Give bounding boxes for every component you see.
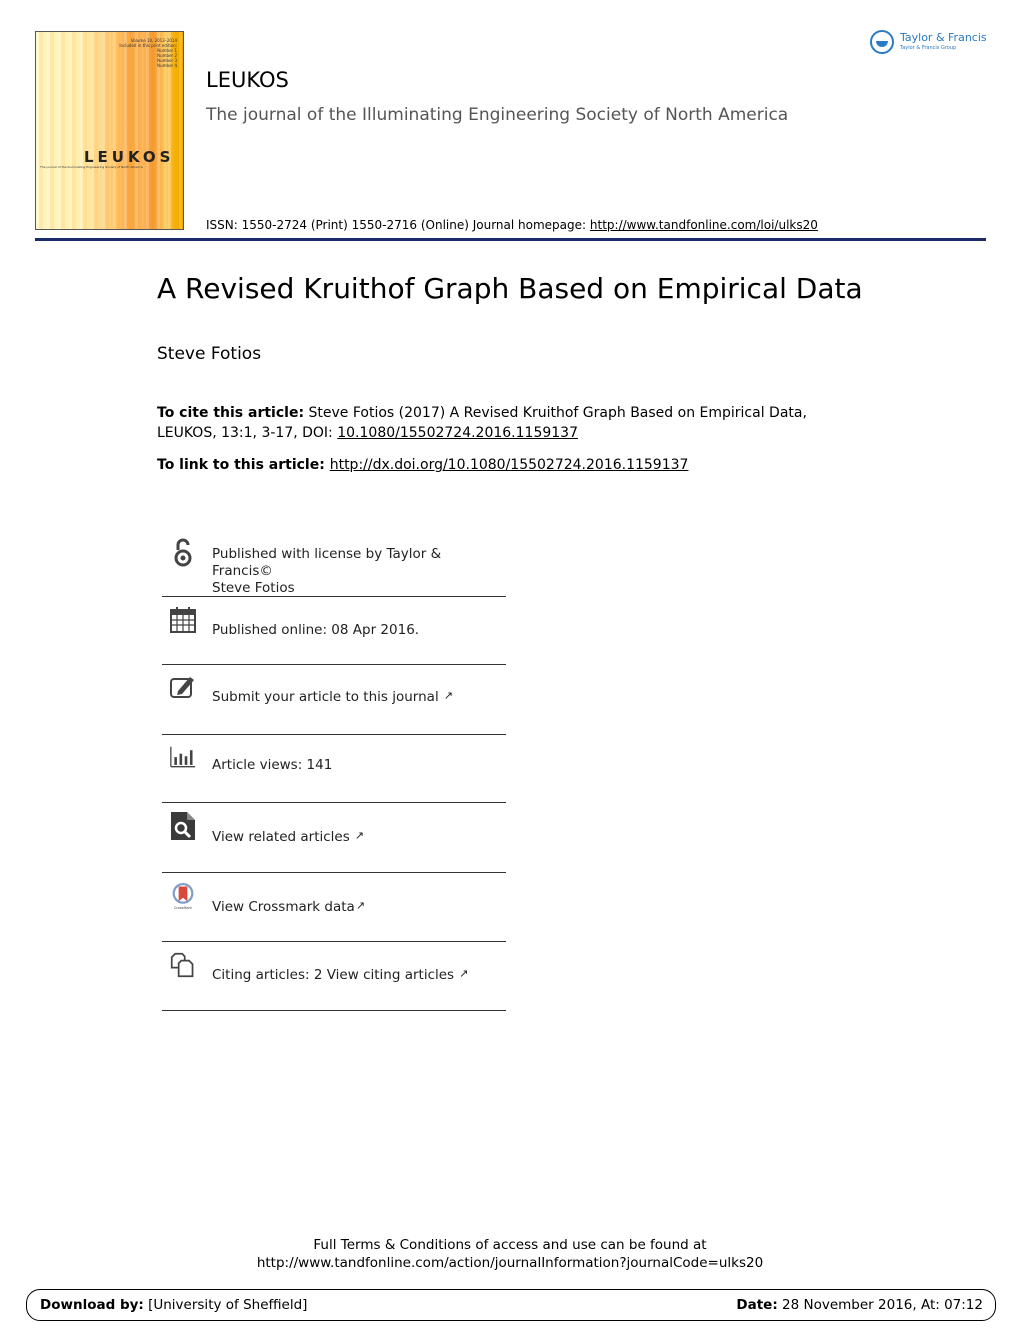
submit-article-item[interactable]: Submit your article to this journal ↗ <box>162 665 506 735</box>
published-online-text: Published online: 08 Apr 2016. <box>212 622 420 638</box>
citing-articles-link[interactable]: Citing articles: 2 View citing articles <box>212 967 454 983</box>
cover-volume-info: Volume 10, 2013–2014 Included in this pr… <box>119 38 177 68</box>
external-link-icon: ↗ <box>459 967 469 980</box>
external-link-icon: ↗ <box>355 899 366 912</box>
download-info-bar: Download by: [University of Sheffield] D… <box>26 1289 996 1321</box>
article-link-block: To link to this article: http://dx.doi.o… <box>157 457 688 473</box>
article-author: Steve Fotios <box>157 344 262 364</box>
article-views-text: Article views: 141 <box>212 757 333 773</box>
doi-link[interactable]: 10.1080/15502724.2016.1159137 <box>337 425 578 441</box>
article-title: A Revised Kruithof Graph Based on Empiri… <box>157 272 863 305</box>
article-url-link[interactable]: http://dx.doi.org/10.1080/15502724.2016.… <box>330 457 689 473</box>
external-link-icon: ↗ <box>354 829 364 842</box>
open-access-icon <box>174 538 192 567</box>
citing-articles-icon <box>170 952 194 978</box>
cover-journal-subtitle: The journal of the Illuminating Engineer… <box>40 165 143 169</box>
publisher-name: Taylor & Francis <box>900 31 987 44</box>
header-divider <box>35 238 986 241</box>
taylor-francis-lamp-icon <box>870 30 894 54</box>
cover-journal-name: LEUKOS <box>84 148 175 166</box>
article-views-item: Article views: 141 <box>162 735 506 803</box>
submit-article-link[interactable]: Submit your article to this journal <box>212 689 439 705</box>
crossmark-link[interactable]: View Crossmark data <box>212 899 355 915</box>
bar-chart-icon <box>170 746 196 768</box>
taylor-francis-logo[interactable]: Taylor & Francis Taylor & Francis Group <box>870 30 990 60</box>
license-holder: Steve Fotios <box>212 580 295 596</box>
journal-cover-image: Volume 10, 2013–2014 Included in this pr… <box>35 31 184 230</box>
article-info-panel: Published with license by Taylor & Franc… <box>162 530 506 1011</box>
edit-icon <box>170 677 194 698</box>
journal-subtitle: The journal of the Illuminating Engineer… <box>206 105 789 125</box>
search-document-icon <box>171 812 195 840</box>
publisher-group: Taylor & Francis Group <box>900 45 957 51</box>
license-item: Published with license by Taylor & Franc… <box>162 530 506 597</box>
terms-block: Full Terms & Conditions of access and us… <box>0 1236 1020 1272</box>
license-text: Published with license by Taylor & Franc… <box>212 546 442 579</box>
calendar-icon <box>170 607 196 633</box>
download-by: Download by: [University of Sheffield] <box>40 1297 308 1313</box>
related-articles-link[interactable]: View related articles <box>212 829 350 845</box>
svg-text:CrossMark: CrossMark <box>174 906 192 910</box>
related-articles-item[interactable]: View related articles ↗ <box>162 803 506 873</box>
crossmark-item[interactable]: CrossMark View Crossmark data↗ <box>162 873 506 942</box>
issn-line: ISSN: 1550-2724 (Print) 1550-2716 (Onlin… <box>206 218 818 232</box>
terms-url[interactable]: http://www.tandfonline.com/action/journa… <box>0 1254 1020 1272</box>
crossmark-icon: CrossMark <box>172 883 194 910</box>
citing-articles-item[interactable]: Citing articles: 2 View citing articles ↗ <box>162 942 506 1011</box>
published-online-item: Published online: 08 Apr 2016. <box>162 597 506 665</box>
issn-text: ISSN: 1550-2724 (Print) 1550-2716 (Onlin… <box>206 218 590 232</box>
external-link-icon: ↗ <box>443 689 453 702</box>
terms-text: Full Terms & Conditions of access and us… <box>313 1237 707 1253</box>
link-label: To link to this article: <box>157 457 330 473</box>
download-date: Date: 28 November 2016, At: 07:12 <box>736 1297 983 1313</box>
cite-label: To cite this article: <box>157 405 305 421</box>
journal-homepage-link[interactable]: http://www.tandfonline.com/loi/ulks20 <box>590 218 818 232</box>
citation-block: To cite this article: Steve Fotios (2017… <box>157 403 857 443</box>
journal-title: LEUKOS <box>206 68 289 92</box>
